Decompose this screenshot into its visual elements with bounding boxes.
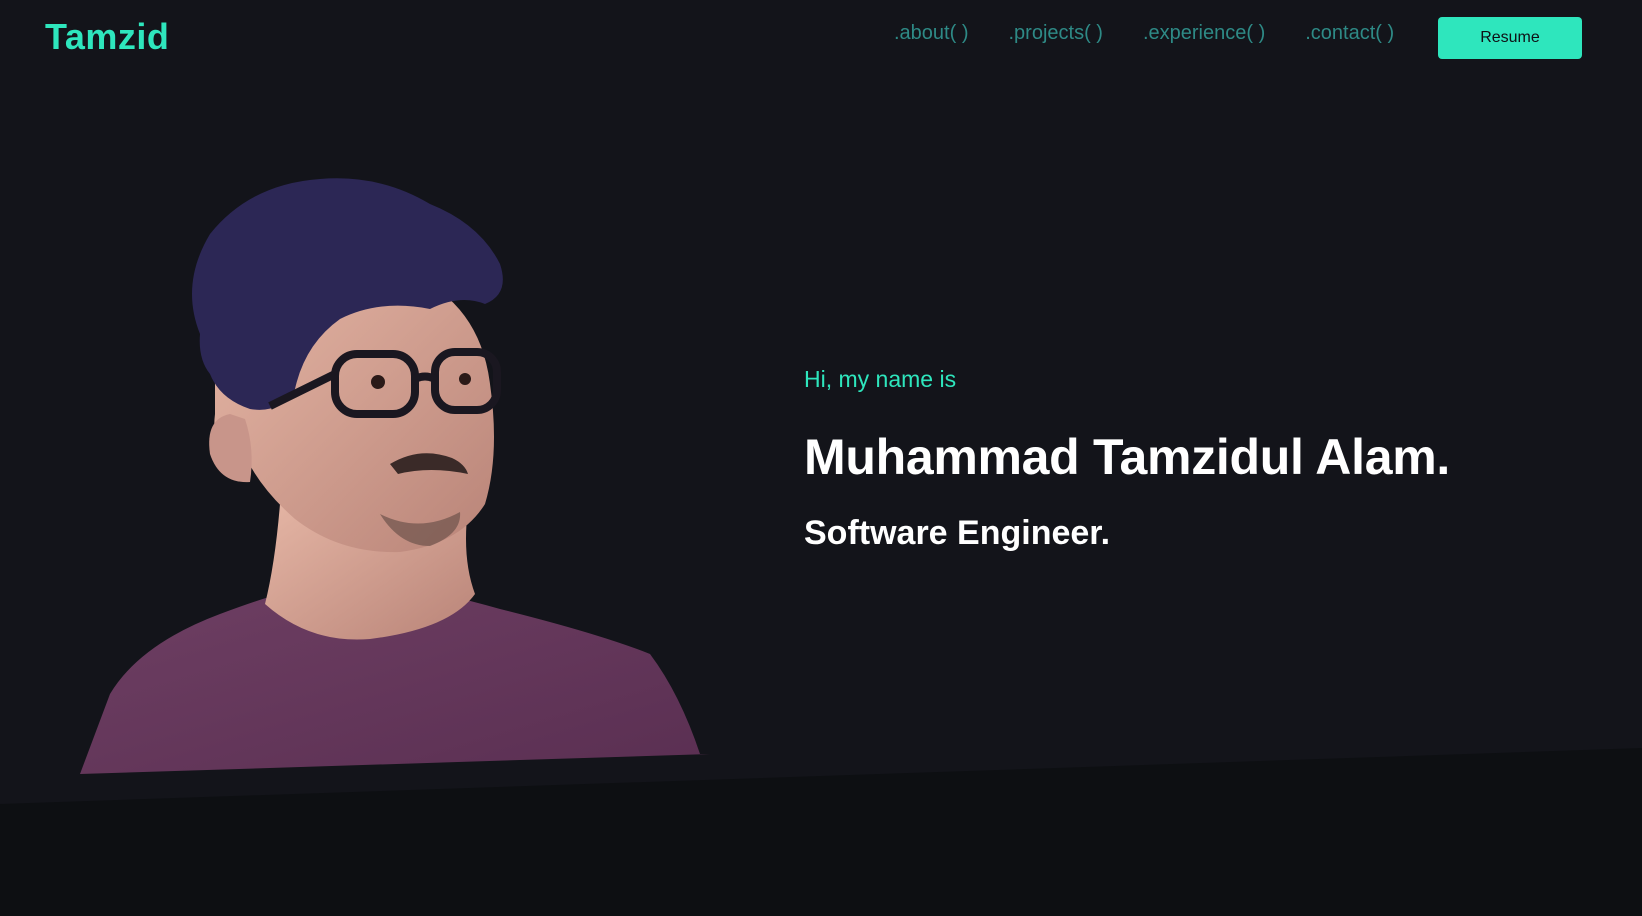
nav-projects-link[interactable]: .projects( ) xyxy=(1008,22,1102,45)
nav-about-link[interactable]: .about( ) xyxy=(894,22,968,45)
hero-intro: Hi, my name is Muhammad Tamzidul Alam. S… xyxy=(804,366,1450,552)
hero-greeting: Hi, my name is xyxy=(804,366,957,392)
resume-button[interactable]: Resume xyxy=(1438,17,1582,59)
site-logo[interactable]: Tamzid xyxy=(45,16,169,58)
hero-name: Muhammad Tamzidul Alam. xyxy=(804,429,1450,485)
nav-contact-link[interactable]: .contact( ) xyxy=(1305,22,1394,45)
nav-experience-link[interactable]: .experience( ) xyxy=(1143,22,1265,45)
page: Tamzid .about( ) .projects( ) .experienc… xyxy=(0,0,1642,916)
profile-photo xyxy=(80,178,710,774)
main-nav: .about( ) .projects( ) .experience( ) .c… xyxy=(894,22,1394,45)
site-header: Tamzid .about( ) .projects( ) .experienc… xyxy=(0,0,1642,76)
hero-role: Software Engineer. xyxy=(804,514,1111,552)
